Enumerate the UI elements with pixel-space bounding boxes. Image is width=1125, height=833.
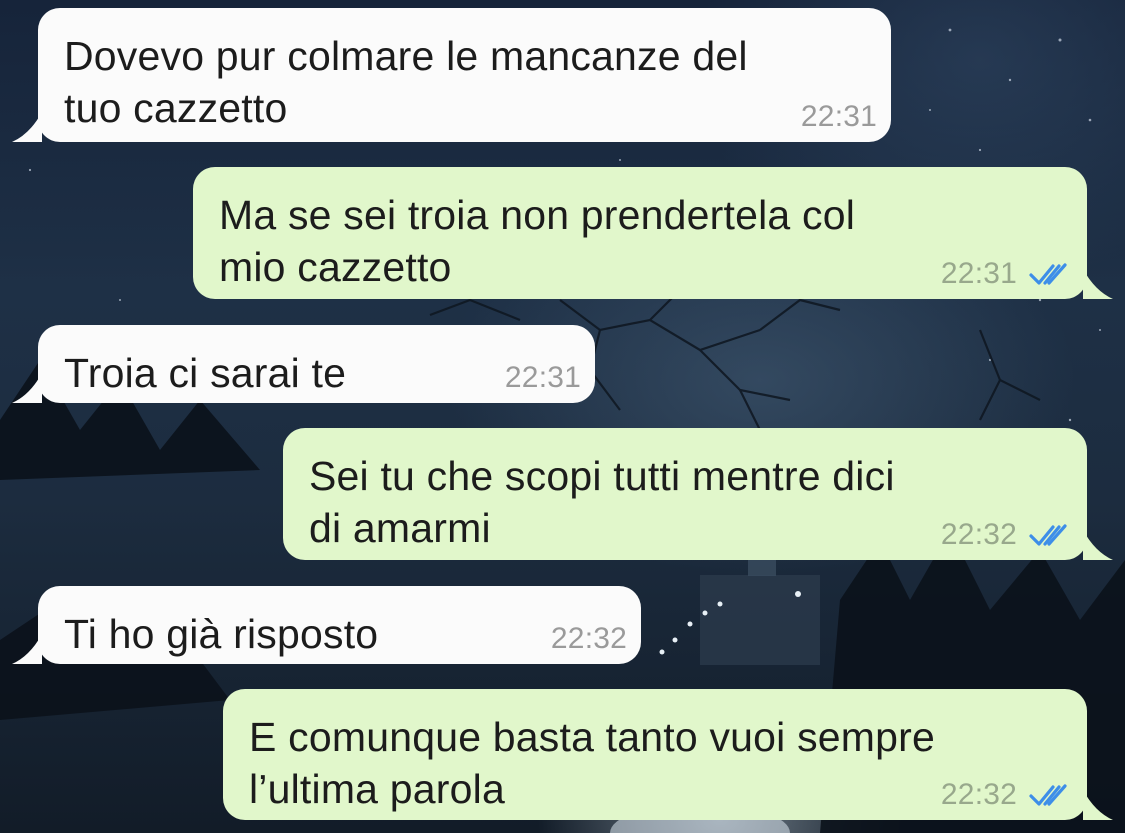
bubble-tail-left — [12, 634, 42, 664]
double-check-read-icon — [1029, 263, 1067, 285]
incoming-message-bubble[interactable]: Troia ci sarai te 22:31 — [12, 325, 595, 403]
bubble-tail-right — [1083, 269, 1113, 299]
message-timestamp: 22:31 — [940, 257, 1017, 290]
message-text-line: l’ultima parola — [249, 766, 505, 812]
outgoing-message-bubble[interactable]: Ma se sei troia non prendertela col mio … — [193, 167, 1113, 299]
message-text-line: mio cazzetto — [219, 244, 452, 290]
bubble-tail-left — [12, 112, 42, 142]
message-text-line: tuo cazzetto — [64, 85, 288, 131]
double-check-read-icon — [1029, 784, 1067, 806]
message-timestamp: 22:32 — [940, 518, 1017, 551]
incoming-message-bubble[interactable]: Ti ho già risposto 22:32 — [12, 586, 641, 664]
message-meta: 22:31 — [801, 100, 877, 134]
bubble-tail-right — [1083, 530, 1113, 560]
message-text-line: Dovevo pur colmare le mancanze del — [64, 33, 748, 79]
message-text-line: Ti ho già risposto — [64, 611, 379, 657]
message-meta: 22:32 — [941, 778, 1073, 812]
message-meta: 22:32 — [941, 518, 1073, 552]
message-meta: 22:31 — [941, 257, 1073, 291]
message-text-line: Sei tu che scopi tutti mentre dici — [309, 453, 895, 499]
bubble-tail-right — [1083, 790, 1113, 820]
double-check-read-icon — [1029, 524, 1067, 546]
message-text-line: Ma se sei troia non prendertela col — [219, 192, 856, 238]
message-timestamp: 22:32 — [940, 778, 1017, 811]
message-meta: 22:31 — [505, 361, 581, 395]
message-timestamp: 22:32 — [550, 622, 627, 655]
incoming-message-bubble[interactable]: Dovevo pur colmare le mancanze del tuo c… — [12, 8, 891, 142]
message-text-line: Troia ci sarai te — [64, 350, 347, 396]
outgoing-message-bubble[interactable]: E comunque basta tanto vuoi sempre l’ult… — [223, 689, 1113, 820]
bubble-tail-left — [12, 373, 42, 403]
message-meta: 22:32 — [551, 622, 627, 656]
message-timestamp: 22:31 — [800, 100, 877, 133]
message-timestamp: 22:31 — [504, 361, 581, 394]
message-list[interactable]: Dovevo pur colmare le mancanze del tuo c… — [0, 0, 1125, 833]
outgoing-message-bubble[interactable]: Sei tu che scopi tutti mentre dici di am… — [283, 428, 1113, 560]
message-text-line: E comunque basta tanto vuoi sempre — [249, 714, 935, 760]
